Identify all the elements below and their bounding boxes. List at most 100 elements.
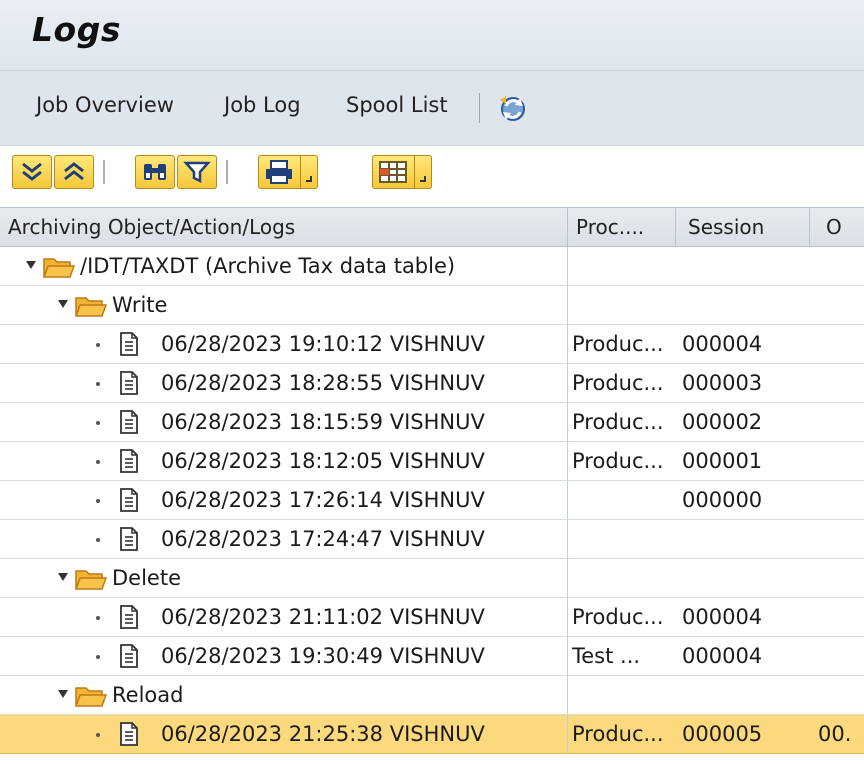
- collapse-all-button[interactable]: [54, 155, 94, 189]
- column-o[interactable]: O: [810, 208, 864, 246]
- tree-node-reload[interactable]: Reload: [0, 676, 864, 715]
- log-row[interactable]: 06/28/2023 21:25:38 VISHNUV Produc... 0000…: [0, 715, 864, 754]
- log-row[interactable]: 06/28/2023 19:10:12 VISHNUV Produc... 0000…: [0, 325, 864, 364]
- log-session-cell: 000004: [682, 605, 763, 629]
- log-proc-cell: Produc...: [572, 410, 664, 434]
- tree-bullet: [96, 616, 100, 620]
- folder-open-icon: [74, 297, 108, 317]
- log-entry-text: 06/28/2023 21:11:02 VISHNUV: [161, 605, 485, 629]
- job-overview-button[interactable]: Job Overview: [36, 93, 174, 117]
- log-entry-text: 06/28/2023 18:12:05 VISHNUV: [161, 449, 485, 473]
- refresh-icon[interactable]: [496, 92, 530, 126]
- log-entry-text: 06/28/2023 18:15:59 VISHNUV: [161, 410, 485, 434]
- print-icon: [266, 160, 292, 184]
- toolbar-separator: [103, 160, 105, 184]
- tree-node-delete[interactable]: Delete: [0, 559, 864, 598]
- menu-bar: Job Overview Job Log Spool List: [0, 71, 864, 146]
- title-bar: Logs: [0, 0, 864, 71]
- column-proc[interactable]: Proc....: [568, 208, 676, 246]
- expand-toggle-icon[interactable]: [58, 690, 68, 698]
- spool-list-button[interactable]: Spool List: [346, 93, 448, 117]
- column-session[interactable]: Session: [676, 208, 810, 246]
- tree-bullet: [96, 538, 100, 542]
- document-icon: [120, 722, 138, 746]
- column-divider: [567, 286, 568, 324]
- column-divider: [567, 598, 568, 636]
- tree-bullet: [96, 733, 100, 737]
- expand-toggle-icon[interactable]: [26, 261, 36, 269]
- print-button[interactable]: [258, 155, 318, 189]
- folder-open-icon: [74, 687, 108, 707]
- tree-bullet: [96, 382, 100, 386]
- tree-node-write-label: Write: [112, 293, 168, 317]
- expand-all-icon: [22, 162, 42, 181]
- log-session-cell: 000004: [682, 644, 763, 668]
- log-entry-text: 06/28/2023 21:25:38 VISHNUV: [161, 722, 485, 746]
- column-divider: [567, 520, 568, 558]
- log-proc-cell: [572, 520, 680, 558]
- find-button[interactable]: [135, 155, 175, 189]
- column-divider: [567, 442, 568, 480]
- log-entry-text: 06/28/2023 19:10:12 VISHNUV: [161, 332, 485, 356]
- document-icon: [120, 332, 138, 356]
- log-proc-cell: Produc...: [572, 371, 664, 395]
- folder-open-icon: [74, 570, 108, 590]
- document-icon: [120, 410, 138, 434]
- log-row[interactable]: 06/28/2023 18:28:55 VISHNUV Produc... 0000…: [0, 364, 864, 403]
- page-title: Logs: [32, 10, 121, 49]
- expand-toggle-icon[interactable]: [58, 300, 68, 308]
- log-entry-text: 06/28/2023 17:26:14 VISHNUV: [161, 488, 485, 512]
- log-row[interactable]: 06/28/2023 21:11:02 VISHNUV Produc... 0000…: [0, 598, 864, 637]
- tree-node-archive-object-label: /IDT/TAXDT (Archive Tax data table): [80, 254, 456, 278]
- tree-bullet: [96, 343, 100, 347]
- tree-node-reload-label: Reload: [112, 683, 184, 707]
- log-entry-text: 06/28/2023 17:24:47 VISHNUV: [161, 527, 485, 551]
- log-row[interactable]: 06/28/2023 17:26:14 VISHNUV 000000: [0, 481, 864, 520]
- document-icon: [120, 488, 138, 512]
- log-proc-cell: Produc...: [572, 449, 664, 473]
- document-icon: [120, 527, 138, 551]
- folder-open-icon: [42, 258, 76, 278]
- log-proc-cell: Produc...: [572, 332, 664, 356]
- log-entry-text: 06/28/2023 19:30:49 VISHNUV: [161, 644, 485, 668]
- tree-bullet: [96, 655, 100, 659]
- filter-button[interactable]: [177, 155, 217, 189]
- tree-bullet: [96, 499, 100, 503]
- print-dropdown[interactable]: [300, 156, 317, 188]
- log-proc-cell: Produc...: [572, 722, 664, 746]
- document-icon: [120, 371, 138, 395]
- log-session-cell: 000003: [682, 371, 763, 395]
- log-session-cell: 000004: [682, 332, 763, 356]
- log-row[interactable]: 06/28/2023 18:15:59 VISHNUV Produc... 0000…: [0, 403, 864, 442]
- column-divider: [567, 247, 568, 285]
- column-object[interactable]: Archiving Object/Action/Logs: [0, 208, 568, 246]
- column-divider: [567, 364, 568, 402]
- layout-button[interactable]: [372, 155, 432, 189]
- log-proc-cell: Produc...: [572, 605, 664, 629]
- log-proc-cell: [572, 481, 680, 519]
- column-divider: [567, 637, 568, 675]
- find-icon: [144, 164, 166, 180]
- column-header: Archiving Object/Action/Logs Proc.... Se…: [0, 207, 864, 247]
- column-divider: [567, 676, 568, 714]
- column-divider: [567, 403, 568, 441]
- expand-toggle-icon[interactable]: [58, 573, 68, 581]
- log-row[interactable]: 06/28/2023 17:24:47 VISHNUV: [0, 520, 864, 559]
- log-row[interactable]: 06/28/2023 19:30:49 VISHNUV Test ... 00000…: [0, 637, 864, 676]
- column-divider: [567, 559, 568, 597]
- layout-dropdown[interactable]: [414, 156, 431, 188]
- toolbar-separator: [226, 160, 228, 184]
- toolbar: [0, 146, 864, 206]
- log-row[interactable]: 06/28/2023 18:12:05 VISHNUV Produc... 0000…: [0, 442, 864, 481]
- log-session-cell: 000000: [682, 488, 763, 512]
- log-proc-cell: Test ...: [572, 644, 641, 668]
- log-tree: Archiving Object/Action/Logs Proc.... Se…: [0, 207, 864, 764]
- document-icon: [120, 644, 138, 668]
- log-entry-text: 06/28/2023 18:28:55 VISHNUV: [161, 371, 485, 395]
- log-session-cell: 000001: [682, 449, 763, 473]
- expand-all-button[interactable]: [12, 155, 52, 189]
- job-log-button[interactable]: Job Log: [224, 93, 301, 117]
- tree-node-write[interactable]: Write: [0, 286, 864, 325]
- filter-icon: [183, 161, 211, 184]
- tree-node-archive-object[interactable]: /IDT/TAXDT (Archive Tax data table): [0, 247, 864, 286]
